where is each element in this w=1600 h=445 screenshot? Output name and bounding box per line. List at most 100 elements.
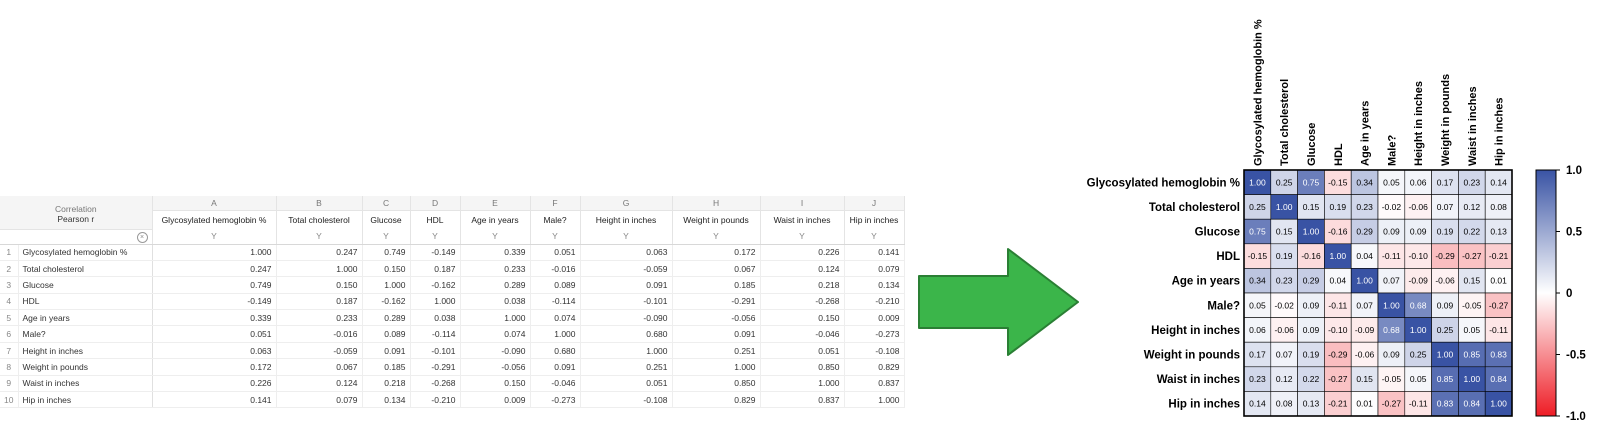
table-cell[interactable]: 1.000 (362, 276, 411, 294)
table-cell[interactable]: -0.090 (460, 342, 531, 360)
table-cell[interactable]: 0.051 (152, 325, 277, 343)
table-cell[interactable]: 1.000 (580, 342, 673, 360)
table-cell[interactable]: 1.000 (460, 309, 531, 327)
table-cell[interactable]: 0.226 (760, 244, 845, 261)
column-header[interactable]: Total cholesterol (276, 210, 363, 229)
table-cell[interactable]: -0.291 (410, 358, 461, 376)
table-cell[interactable]: 0.124 (276, 375, 363, 393)
table-cell[interactable]: 0.233 (276, 309, 363, 327)
table-cell[interactable]: 1.000 (760, 375, 845, 393)
table-cell[interactable]: 0.749 (362, 244, 411, 261)
column-header[interactable]: Weight in pounds (672, 210, 761, 229)
column-header[interactable]: HDL (410, 210, 461, 229)
table-cell[interactable]: -0.114 (410, 325, 461, 343)
table-cell[interactable]: 0.251 (672, 342, 761, 360)
table-cell[interactable]: 0.187 (410, 260, 461, 278)
row-label[interactable]: Hip in inches (18, 391, 153, 409)
table-cell[interactable]: 0.172 (152, 358, 277, 376)
row-number[interactable]: 7 (0, 342, 19, 360)
table-cell[interactable]: 0.837 (844, 375, 905, 393)
column-letter[interactable]: C (362, 196, 411, 211)
column-letter[interactable]: I (760, 196, 845, 211)
row-label[interactable]: Waist in inches (18, 375, 153, 393)
table-cell[interactable]: 0.187 (276, 293, 363, 311)
table-cell[interactable]: -0.059 (276, 342, 363, 360)
column-letter[interactable]: G (580, 196, 673, 211)
row-number[interactable]: 6 (0, 325, 19, 343)
table-cell[interactable]: 0.091 (580, 276, 673, 294)
table-cell[interactable]: -0.114 (530, 293, 581, 311)
table-cell[interactable]: -0.273 (530, 391, 581, 409)
table-cell[interactable]: -0.273 (844, 325, 905, 343)
row-label[interactable]: Glycosylated hemoglobin % (18, 244, 153, 261)
table-cell[interactable]: 0.829 (672, 391, 761, 409)
table-cell[interactable]: 1.000 (844, 391, 905, 409)
column-header[interactable]: Age in years (460, 210, 531, 229)
table-cell[interactable]: 0.339 (152, 309, 277, 327)
table-cell[interactable]: -0.149 (152, 293, 277, 311)
table-cell[interactable]: 0.091 (530, 358, 581, 376)
table-cell[interactable]: -0.101 (410, 342, 461, 360)
table-cell[interactable]: 0.074 (460, 325, 531, 343)
table-cell[interactable]: 1.000 (410, 293, 461, 311)
table-cell[interactable]: 0.038 (460, 293, 531, 311)
table-cell[interactable]: 0.289 (460, 276, 531, 294)
table-cell[interactable]: 0.074 (530, 309, 581, 327)
column-header[interactable]: Glucose (362, 210, 411, 229)
table-cell[interactable]: -0.149 (410, 244, 461, 261)
table-cell[interactable]: -0.016 (276, 325, 363, 343)
table-cell[interactable]: 0.150 (362, 260, 411, 278)
table-cell[interactable]: 0.063 (152, 342, 277, 360)
table-cell[interactable]: 0.038 (410, 309, 461, 327)
row-number[interactable]: 1 (0, 244, 19, 261)
column-letter[interactable]: D (410, 196, 461, 211)
clear-icon[interactable]: × (136, 232, 148, 243)
table-cell[interactable]: 0.185 (672, 276, 761, 294)
table-cell[interactable]: 0.226 (152, 375, 277, 393)
table-cell[interactable]: 1.000 (530, 325, 581, 343)
table-cell[interactable]: -0.162 (362, 293, 411, 311)
table-cell[interactable]: 0.150 (760, 309, 845, 327)
table-cell[interactable]: 0.185 (362, 358, 411, 376)
column-header[interactable]: Hip in inches (844, 210, 905, 229)
row-number[interactable]: 10 (0, 391, 19, 409)
table-cell[interactable]: 0.150 (276, 276, 363, 294)
table-cell[interactable]: -0.046 (760, 325, 845, 343)
table-cell[interactable]: 0.172 (672, 244, 761, 261)
table-cell[interactable]: 0.150 (460, 375, 531, 393)
table-cell[interactable]: 0.091 (362, 342, 411, 360)
table-cell[interactable]: -0.162 (410, 276, 461, 294)
table-cell[interactable]: 0.749 (152, 276, 277, 294)
table-cell[interactable]: 0.218 (362, 375, 411, 393)
row-number[interactable]: 3 (0, 276, 19, 294)
row-label[interactable]: Weight in pounds (18, 358, 153, 376)
row-label[interactable]: Total cholesterol (18, 260, 153, 278)
table-cell[interactable]: 0.079 (844, 260, 905, 278)
table-cell[interactable]: 0.091 (672, 325, 761, 343)
column-header[interactable]: Waist in inches (760, 210, 845, 229)
column-letter[interactable]: H (672, 196, 761, 211)
table-cell[interactable]: -0.268 (760, 293, 845, 311)
table-cell[interactable]: 0.009 (844, 309, 905, 327)
table-cell[interactable]: -0.056 (672, 309, 761, 327)
table-cell[interactable]: 0.680 (580, 325, 673, 343)
column-letter[interactable]: B (276, 196, 363, 211)
table-cell[interactable]: 0.141 (152, 391, 277, 409)
table-cell[interactable]: 0.289 (362, 309, 411, 327)
column-header[interactable]: Glycosylated hemoglobin % (152, 210, 277, 229)
table-cell[interactable]: -0.016 (530, 260, 581, 278)
row-label[interactable]: Male? (18, 325, 153, 343)
row-label[interactable]: Height in inches (18, 342, 153, 360)
table-cell[interactable]: -0.268 (410, 375, 461, 393)
table-cell[interactable]: 0.134 (362, 391, 411, 409)
table-cell[interactable]: -0.108 (844, 342, 905, 360)
table-cell[interactable]: 0.124 (760, 260, 845, 278)
row-label[interactable]: Glucose (18, 276, 153, 294)
table-cell[interactable]: 0.233 (460, 260, 531, 278)
table-cell[interactable]: -0.108 (580, 391, 673, 409)
table-cell[interactable]: 0.247 (276, 244, 363, 261)
table-cell[interactable]: 0.829 (844, 358, 905, 376)
column-letter[interactable]: F (530, 196, 581, 211)
table-cell[interactable]: 1.000 (276, 260, 363, 278)
row-label[interactable]: HDL (18, 293, 153, 311)
